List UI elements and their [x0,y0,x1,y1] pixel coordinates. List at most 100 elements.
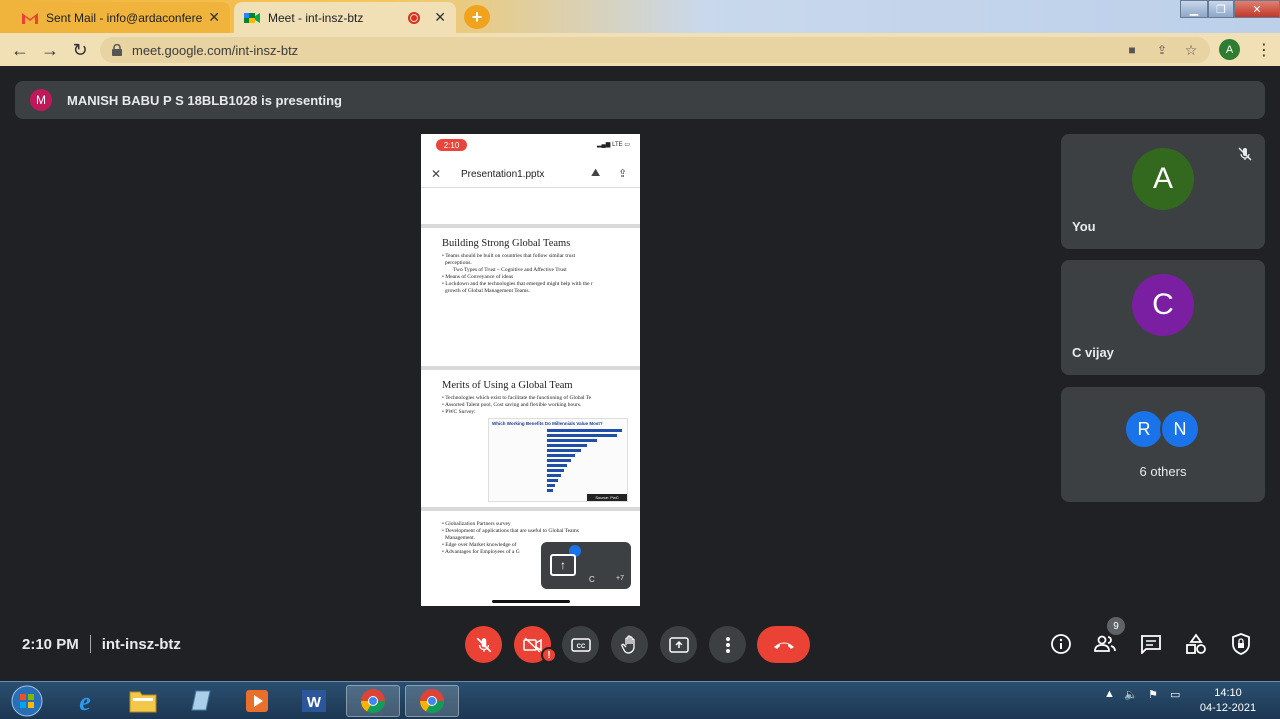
internet-explorer-icon: e [79,687,91,715]
chat-icon [1141,635,1161,654]
survey-bar [547,489,553,492]
network-icon[interactable]: ▭ [1170,688,1180,701]
slide-bullet: Two Types of Trust – Cognitive and Affec… [453,267,567,273]
back-arrow-icon[interactable]: ← [9,39,31,61]
mic-off-icon [1238,147,1252,161]
raise-hand-button[interactable] [611,626,648,663]
presenting-text: MANISH BABU P S 18BLB1028 is presenting [67,92,342,108]
people-button[interactable] [1093,632,1117,656]
warning-badge: ! [541,647,557,663]
reload-icon[interactable]: ↻ [69,39,91,61]
slide-bullet: • Technologies which exist to facilitate… [442,395,592,401]
participant-tile-others[interactable]: R N 6 others [1061,387,1265,502]
new-tab-button[interactable]: + [464,5,490,29]
captions-icon: CC [570,637,591,652]
chat-button[interactable] [1139,632,1163,656]
participant-tile-you[interactable]: A You [1061,134,1265,249]
mic-toggle-button[interactable] [465,626,502,663]
survey-image: Which Working Benefits Do Millennials Va… [488,418,628,502]
browser-tab-bar: Sent Mail - info@ardaconference ✕ Meet -… [0,0,1280,33]
pip-participant: C [589,575,595,584]
avatar: C [1132,274,1194,336]
bookmark-star-icon[interactable]: ☆ [1183,42,1199,58]
taskbar-word[interactable]: W [287,685,341,717]
survey-bar [547,439,597,442]
close-icon[interactable]: ✕ [434,9,446,26]
slide-bullet: • Lockdown and the technologies that eme… [442,281,593,287]
tab-gmail[interactable]: Sent Mail - info@ardaconference ✕ [12,2,230,33]
presenting-banner: M MANISH BABU P S 18BLB1028 is presentin… [15,81,1265,119]
notes-app-icon [191,690,211,711]
divider [89,635,91,653]
meeting-info: 2:10 PM int-insz-btz [22,635,181,653]
address-bar-row: ← → ↻ meet.google.com/int-insz-btz ■ ⇪ ☆ [0,33,1280,66]
window-close-button[interactable]: ✕ [1234,0,1280,18]
meeting-code: int-insz-btz [101,635,181,653]
survey-bar [547,449,581,452]
forward-arrow-icon[interactable]: → [39,39,61,61]
drive-add-icon: ⛰ [591,167,601,179]
phone-time: 2:10 [436,139,467,151]
slide-2: Merits of Using a Global Team • Technolo… [421,370,640,507]
survey-footer: Source: PwC [587,494,627,501]
host-controls-button[interactable] [1229,632,1253,656]
tab-title: Sent Mail - info@ardaconference [46,10,203,25]
more-options-button[interactable] [709,626,746,663]
share-icon[interactable]: ⇪ [1154,42,1170,58]
taskbar-app[interactable] [173,685,227,717]
browser-menu-icon[interactable]: ⋮ [1256,40,1272,60]
maximize-button[interactable]: ❐ [1208,0,1234,18]
start-button[interactable] [0,685,54,717]
word-icon: W [302,690,326,712]
survey-title: Which Working Benefits Do Millennials Va… [492,421,603,426]
avatar: N [1160,409,1200,449]
meeting-details-button[interactable] [1049,632,1073,656]
taskbar-chrome-profile-a[interactable] [405,685,459,717]
phone-status-bar: 2:10 ▂▄▆ LTE ▭ [421,134,640,156]
minimize-button[interactable]: ▁ [1180,0,1208,18]
captions-button[interactable]: CC [562,626,599,663]
volume-icon[interactable]: 🔈 [1124,688,1138,701]
shield-lock-icon [1232,633,1250,655]
svg-text:W: W [307,694,322,711]
survey-bar [547,434,617,437]
taskbar-ie[interactable]: e [58,685,112,717]
survey-bar [547,479,558,482]
people-icon [1094,635,1116,652]
recording-icon [408,11,421,24]
home-indicator [492,600,570,603]
clock-time: 14:10 [1214,687,1242,699]
taskbar-media-player[interactable] [230,685,284,717]
close-icon: ✕ [431,167,442,181]
leave-call-button[interactable] [757,626,810,663]
participant-tile-c-vijay[interactable]: C C vijay [1061,260,1265,375]
taskbar-explorer[interactable] [116,685,170,717]
meeting-time: 2:10 PM [22,635,79,653]
system-clock[interactable]: 14:10 04-12-2021 [1196,686,1260,716]
activities-button[interactable] [1184,632,1208,656]
folder-icon [129,691,157,713]
present-now-button[interactable] [660,626,697,663]
hangup-icon [773,642,794,649]
action-center-flag-icon[interactable]: ⚑ [1148,688,1158,701]
document-name: Presentation1.pptx [461,169,545,180]
close-icon[interactable]: ✕ [208,9,220,26]
chrome-icon [361,689,385,714]
pip-overlay[interactable]: ↑ C +7 [541,542,631,589]
camera-icon[interactable]: ■ [1124,42,1140,58]
participant-name: C vijay [1072,345,1114,360]
slide-title: Merits of Using a Global Team [442,380,573,391]
tab-meet[interactable]: Meet - int-insz-btz ✕ [234,2,456,33]
taskbar-chrome-profile-m[interactable] [346,685,400,717]
survey-bar [547,464,567,467]
slide-bullet: • Means of Conveyance of ideas [442,274,514,280]
slide-partial [421,192,640,224]
slide-bullet: perceptions. [445,260,472,266]
tray-expand-icon[interactable]: ▲ [1104,688,1115,700]
slide-bullet: • Development of applications that are u… [442,528,579,534]
media-player-icon [246,690,268,712]
shared-screen: 2:10 ▂▄▆ LTE ▭ ✕ Presentation1.pptx ⛰ ⇪ … [421,134,640,606]
omnibox[interactable]: meet.google.com/int-insz-btz ■ ⇪ ☆ [100,37,1210,63]
avatar: A [1132,148,1194,210]
profile-avatar[interactable]: A [1219,39,1240,60]
